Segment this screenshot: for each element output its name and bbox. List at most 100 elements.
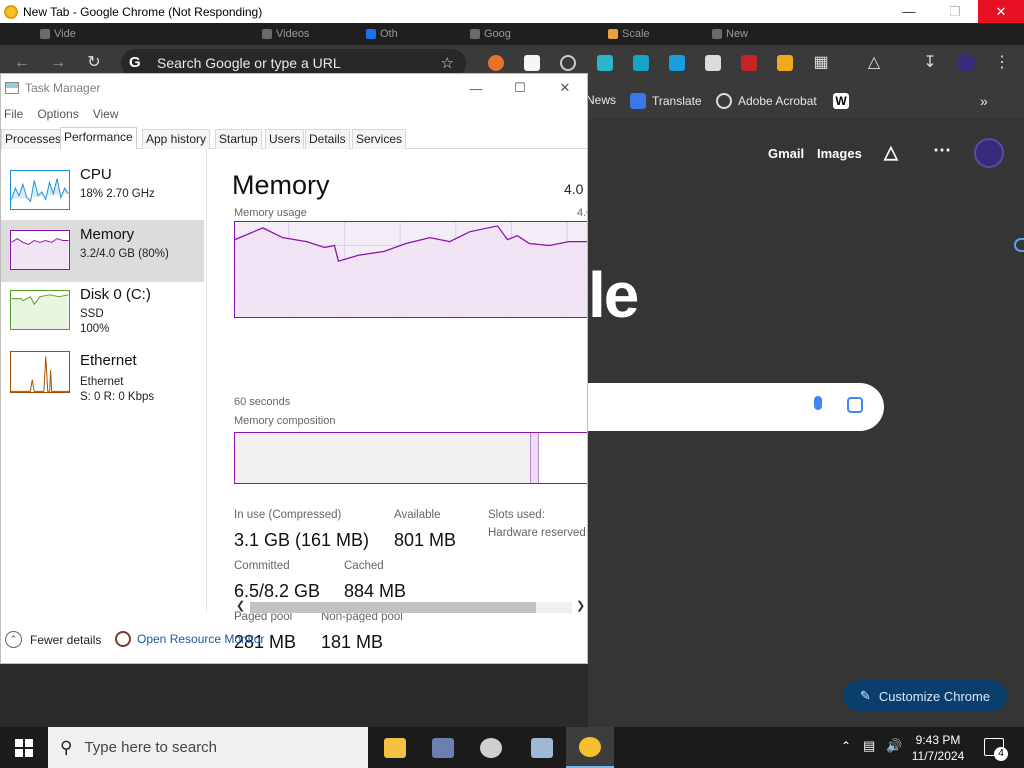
search-icon: ⚲: [60, 737, 73, 757]
pencil-icon: ✎: [859, 688, 871, 703]
bookmark-translate[interactable]: Translate: [630, 93, 702, 109]
extension-icon[interactable]: [560, 55, 576, 71]
menu-file[interactable]: File: [4, 107, 23, 121]
taskbar-app[interactable]: [419, 727, 467, 768]
chrome-tab[interactable]: Scale: [608, 23, 650, 45]
bookmark-star-icon[interactable]: ☆: [441, 54, 454, 72]
task-manager-icon: [5, 82, 19, 94]
extension-icon[interactable]: [777, 55, 793, 71]
labs-flask-icon[interactable]: △: [864, 53, 884, 73]
chevron-up-icon: ⌃: [5, 631, 22, 648]
acrobat-extension-icon[interactable]: [741, 55, 757, 71]
chrome-tab[interactable]: Oth: [366, 23, 398, 45]
taskbar-app[interactable]: [467, 727, 515, 768]
resource-ethernet[interactable]: Ethernet Ethernet S: 0 R: 0 Kbps: [1, 346, 204, 408]
app-icon: [432, 737, 454, 758]
extension-icon[interactable]: [705, 55, 721, 71]
scroll-left-icon[interactable]: ❮: [236, 599, 245, 612]
profile-avatar[interactable]: [957, 54, 975, 72]
horizontal-scrollbar[interactable]: ❮ ❯: [234, 599, 587, 615]
extension-icon[interactable]: [669, 55, 685, 71]
download-icon[interactable]: ↧: [920, 53, 940, 73]
bookmarks-overflow-icon[interactable]: »: [980, 93, 988, 109]
microphone-icon[interactable]: [814, 396, 822, 410]
google-search-box[interactable]: [588, 383, 884, 431]
reload-icon[interactable]: ↻: [84, 53, 104, 73]
menu-options[interactable]: Options: [37, 107, 78, 121]
folder-icon: [384, 737, 406, 758]
scroll-right-icon[interactable]: ❯: [576, 599, 585, 612]
scroll-thumb[interactable]: [250, 602, 536, 613]
bookmark-adobe-acrobat[interactable]: Adobe Acrobat: [716, 93, 817, 109]
resource-cpu[interactable]: CPU 18% 2.70 GHz: [1, 160, 204, 222]
extension-icon[interactable]: [488, 55, 504, 71]
maximize-button[interactable]: ❐: [932, 0, 978, 23]
tab-services[interactable]: Services: [352, 129, 407, 149]
tm-maximize-button[interactable]: ☐: [497, 74, 543, 102]
tab-favicon-icon: [262, 29, 272, 39]
tab-details[interactable]: Details: [305, 129, 350, 149]
tab-users[interactable]: Users: [265, 129, 305, 149]
windows-taskbar: ⚲ Type here to search ⌃ ▤ 🔊 9:43 PM 11/7…: [0, 727, 1024, 768]
chrome-menu-icon[interactable]: ⋮: [992, 53, 1012, 73]
gmail-link[interactable]: Gmail: [768, 146, 804, 161]
taskbar-clock[interactable]: 9:43 PM 11/7/2024: [898, 732, 978, 764]
bookmark-news[interactable]: News: [586, 93, 616, 107]
extension-icon[interactable]: [633, 55, 649, 71]
show-hidden-icons-chevron-icon[interactable]: ⌃: [841, 739, 851, 753]
taskbar-chrome[interactable]: [566, 727, 614, 768]
tab-app-history[interactable]: App history: [142, 129, 211, 149]
tab-performance[interactable]: Performance: [60, 127, 137, 149]
in-use-value: 3.1 GB (161 MB): [234, 530, 370, 550]
chrome-tab-active[interactable]: New: [712, 23, 748, 45]
forward-icon[interactable]: →: [48, 53, 68, 73]
taskbar-search-box[interactable]: ⚲ Type here to search: [48, 727, 368, 768]
clock-time: 9:43 PM: [915, 733, 961, 747]
labs-flask-icon[interactable]: △: [884, 142, 898, 163]
tab-favicon-icon: [608, 29, 618, 39]
images-link[interactable]: Images: [817, 146, 862, 161]
bookmark-wikipedia[interactable]: W: [833, 93, 849, 109]
memory-usage-label: Memory usage: [234, 207, 307, 219]
start-button[interactable]: [0, 727, 48, 768]
account-avatar[interactable]: [974, 138, 1004, 168]
tm-close-button[interactable]: ✕: [542, 74, 587, 102]
close-button[interactable]: ✕: [978, 0, 1024, 23]
tab-startup[interactable]: Startup: [215, 129, 262, 149]
app-icon: [531, 737, 553, 758]
composition-in-use: [235, 433, 530, 483]
chrome-tab[interactable]: Videos: [262, 23, 309, 45]
google-lens-icon[interactable]: [847, 397, 863, 413]
taskbar-file-explorer[interactable]: [371, 727, 419, 768]
extension-icon[interactable]: [524, 55, 540, 71]
menu-view[interactable]: View: [93, 107, 119, 121]
taskbar-app[interactable]: [518, 727, 566, 768]
customize-chrome-button[interactable]: ✎ Customize Chrome: [843, 680, 1007, 712]
back-icon[interactable]: ←: [12, 53, 32, 73]
fewer-details-button[interactable]: ⌃ Fewer details: [5, 631, 101, 648]
tm-tab-bar: Processes Performance App history Startu…: [1, 127, 587, 149]
chrome-tab[interactable]: Vide: [40, 23, 76, 45]
resource-disk[interactable]: Disk 0 (C:) SSD 100%: [1, 280, 204, 342]
minimize-button[interactable]: —: [886, 0, 932, 23]
memory-usage-max: 4.0: [577, 207, 587, 219]
extensions-puzzle-icon[interactable]: ▦: [811, 53, 831, 73]
open-resource-monitor-link[interactable]: Open Resource Monitor: [115, 631, 264, 647]
side-panel-icon[interactable]: [1014, 238, 1024, 252]
task-manager-title: Task Manager: [25, 81, 101, 95]
tm-minimize-button[interactable]: —: [453, 74, 499, 102]
tab-processes[interactable]: Processes: [1, 129, 66, 149]
slots-used-label: Slots used:: [488, 509, 545, 521]
hardware-reserved-label: Hardware reserved:: [488, 527, 588, 539]
tab-favicon-icon: [712, 29, 722, 39]
globe-icon: [716, 93, 732, 109]
resource-memory[interactable]: Memory 3.2/4.0 GB (80%): [1, 220, 204, 282]
extension-icon[interactable]: [597, 55, 613, 71]
resource-list: CPU 18% 2.70 GHz Memory 3.2/4.0 GB (80%)…: [1, 150, 207, 612]
apps-grid-icon[interactable]: ⋯: [933, 140, 951, 161]
network-icon[interactable]: ▤: [863, 738, 875, 754]
memory-composition-label: Memory composition: [234, 415, 336, 427]
chrome-tab[interactable]: Goog: [470, 23, 511, 45]
tm-menu-bar: File Options View: [1, 104, 119, 124]
taskbar-search-placeholder: Type here to search: [84, 739, 218, 756]
